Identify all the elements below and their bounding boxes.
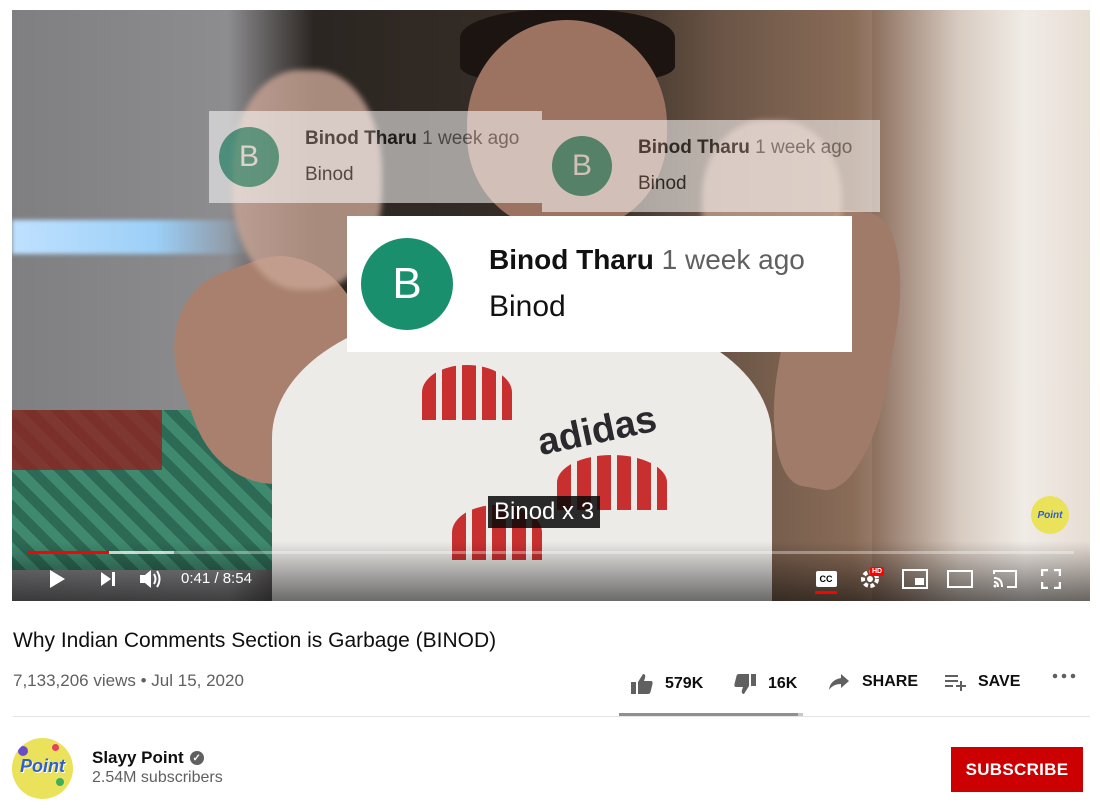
- progress-bar[interactable]: [28, 551, 1074, 554]
- share-icon: [829, 674, 849, 690]
- share-label: SHARE: [862, 673, 919, 690]
- miniplayer-button[interactable]: [901, 566, 929, 592]
- comment-age: 1 week ago: [661, 244, 805, 275]
- volume-icon: [140, 570, 161, 588]
- total-time: 8:54: [222, 570, 252, 587]
- more-actions-button[interactable]: [1052, 673, 1076, 679]
- comment-text: Binod: [305, 164, 354, 185]
- comment-age: 1 week ago: [755, 137, 853, 158]
- fullscreen-button[interactable]: [1039, 566, 1063, 592]
- dislike-button[interactable]: 16K: [733, 673, 797, 695]
- progress-played: [28, 551, 110, 554]
- captions-active-indicator: [815, 591, 837, 594]
- time-separator: /: [210, 570, 223, 587]
- comment-author: Binod Tharu: [638, 137, 750, 158]
- video-title: Why Indian Comments Section is Garbage (…: [13, 629, 497, 652]
- cc-icon: CC: [815, 571, 837, 587]
- dislike-count: 16K: [768, 675, 798, 692]
- like-count: 579K: [665, 675, 704, 692]
- video-player[interactable]: adidas B Binod Tharu 1 week ago Binod B …: [12, 10, 1090, 601]
- share-button[interactable]: SHARE: [828, 673, 918, 691]
- comment-author: Binod Tharu: [305, 128, 417, 149]
- video-meta: 7,133,206 views • Jul 15, 2020: [13, 671, 244, 691]
- miniplayer-icon: [902, 569, 928, 589]
- background-lamp: [12, 220, 252, 254]
- overlay-comment-card: B Binod Tharu 1 week ago Binod: [542, 120, 880, 212]
- next-icon: [101, 572, 115, 586]
- play-icon: [50, 570, 65, 588]
- subscribe-button[interactable]: SUBSCRIBE: [951, 747, 1083, 792]
- theater-mode-button[interactable]: [946, 566, 974, 592]
- shirt-logo-mark: [422, 365, 512, 420]
- overlay-comment-card: B Binod Tharu 1 week ago Binod: [347, 216, 852, 352]
- thumbs-up-icon: [631, 674, 653, 694]
- avatar-decoration: [18, 746, 28, 756]
- subtitle-caption: Binod x 3: [488, 496, 601, 528]
- subscriber-count: 2.54M subscribers: [92, 769, 223, 786]
- comment-text: Binod: [638, 173, 687, 194]
- current-time: 0:41: [181, 570, 211, 587]
- view-count: 7,133,206 views: [13, 671, 136, 690]
- background-blanket: [12, 410, 162, 470]
- play-button[interactable]: [46, 566, 68, 592]
- avatar: B: [552, 136, 612, 196]
- like-button[interactable]: 579K: [630, 673, 703, 695]
- comment-author: Binod Tharu: [489, 244, 654, 275]
- avatar: B: [219, 127, 279, 187]
- cast-icon: [993, 570, 1017, 588]
- divider: [13, 716, 1090, 717]
- avatar: B: [361, 238, 453, 330]
- more-horizontal-icon: [1052, 673, 1076, 679]
- comment-text: Binod: [489, 290, 566, 323]
- avatar-decoration: [52, 744, 59, 751]
- thumbs-down-icon: [734, 674, 756, 694]
- channel-avatar[interactable]: Point: [12, 738, 73, 799]
- meta-separator: •: [140, 671, 147, 690]
- time-display: 0:41 / 8:54: [181, 570, 252, 587]
- overlay-comment-card: B Binod Tharu 1 week ago Binod: [209, 111, 542, 203]
- channel-avatar-text: Point: [20, 756, 65, 776]
- upload-date: Jul 15, 2020: [151, 671, 244, 690]
- channel-name-row[interactable]: Slayy Point ✓: [92, 748, 204, 768]
- save-button[interactable]: SAVE: [945, 673, 1020, 691]
- comment-age: 1 week ago: [422, 128, 520, 149]
- volume-button[interactable]: [137, 566, 165, 592]
- avatar-decoration: [56, 778, 64, 786]
- cast-button[interactable]: [991, 566, 1019, 592]
- save-label: SAVE: [978, 673, 1021, 690]
- playlist-add-icon: [945, 675, 966, 691]
- fullscreen-icon: [1041, 569, 1061, 589]
- next-button[interactable]: [97, 566, 119, 592]
- channel-name[interactable]: Slayy Point: [92, 748, 184, 768]
- hd-badge: HD: [870, 567, 885, 576]
- verified-icon: ✓: [189, 751, 204, 765]
- theater-icon: [947, 570, 973, 588]
- channel-watermark[interactable]: Point: [1031, 496, 1069, 534]
- captions-button[interactable]: CC: [813, 566, 839, 592]
